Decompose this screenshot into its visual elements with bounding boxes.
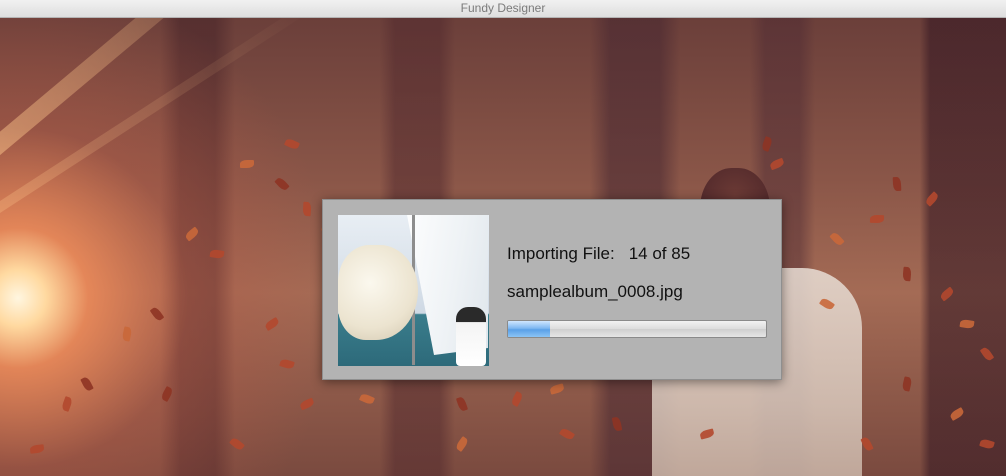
leaf <box>869 214 885 224</box>
leaf <box>924 191 940 207</box>
leaf <box>160 385 174 403</box>
leaf <box>558 426 576 442</box>
leaf <box>769 157 785 171</box>
leaf <box>29 444 45 454</box>
leaf <box>358 392 376 406</box>
leaf <box>959 318 975 330</box>
import-progress-bar <box>507 320 767 338</box>
leaf <box>302 201 312 217</box>
leaf <box>274 176 290 192</box>
leaf <box>549 383 565 395</box>
leaf <box>149 305 165 323</box>
import-thumbnail <box>338 215 489 366</box>
leaf <box>901 376 913 392</box>
leaf <box>948 407 966 421</box>
leaf <box>80 375 94 393</box>
window-titlebar[interactable]: Fundy Designer <box>0 0 1006 18</box>
leaf <box>611 416 623 432</box>
thumbnail-cloth <box>338 245 418 340</box>
window-title: Fundy Designer <box>460 1 546 15</box>
leaf <box>829 231 845 247</box>
thumbnail-couple <box>456 307 486 366</box>
leaf <box>939 286 955 302</box>
leaf <box>279 358 295 370</box>
leaf <box>240 160 254 168</box>
leaf <box>263 316 281 332</box>
import-count: 14 of 85 <box>628 244 691 263</box>
leaf <box>455 396 469 412</box>
leaf <box>229 436 245 452</box>
leaf <box>902 266 912 282</box>
import-filename: samplealbum_0008.jpg <box>507 282 683 301</box>
leaf <box>979 438 995 450</box>
leaf <box>209 249 225 259</box>
leaf <box>121 326 133 342</box>
leaf <box>510 390 524 408</box>
leaf <box>860 435 874 453</box>
leaf <box>60 396 74 412</box>
leaf <box>283 137 301 151</box>
leaf <box>454 435 470 453</box>
leaf <box>892 176 902 192</box>
import-progress-dialog: Importing File: 14 of 85 samplealbum_0008… <box>322 199 782 380</box>
sun-beam <box>0 18 315 238</box>
importing-label: Importing File: <box>507 244 615 263</box>
importing-status: Importing File: 14 of 85 <box>507 244 690 264</box>
leaf <box>760 136 774 152</box>
leaf <box>184 226 200 242</box>
leaf <box>298 397 316 411</box>
leaf <box>979 345 995 363</box>
app-window: Fundy Designer Importing File: 14 of 85 s… <box>0 0 1006 476</box>
import-progress-fill <box>508 321 551 337</box>
